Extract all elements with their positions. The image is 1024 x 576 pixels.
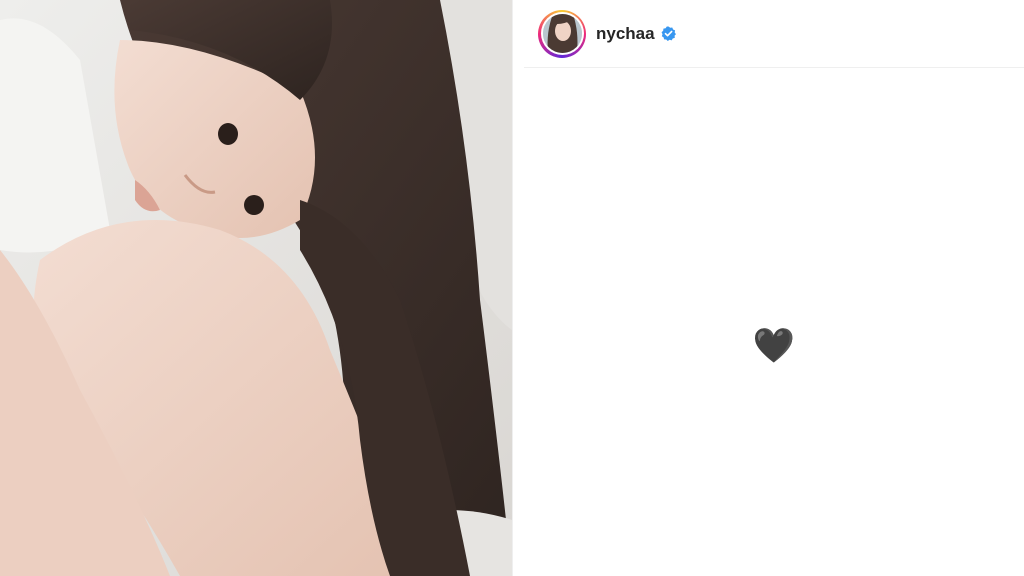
post-header: nychaa bbox=[524, 0, 1024, 68]
avatar-image bbox=[542, 14, 582, 53]
panel-divider bbox=[512, 0, 524, 576]
avatar-photo-icon bbox=[542, 14, 582, 53]
author-username[interactable]: nychaa bbox=[596, 24, 655, 44]
post-side-panel: nychaa 🖤 bbox=[524, 0, 1024, 576]
author-avatar[interactable] bbox=[538, 9, 586, 58]
post-photo-illustration bbox=[0, 0, 512, 576]
instagram-post: nychaa 🖤 bbox=[0, 0, 1024, 576]
avatar-inner-ring bbox=[540, 12, 584, 55]
post-caption: 🖤 bbox=[752, 326, 796, 366]
verified-badge-icon bbox=[661, 26, 676, 41]
post-photo[interactable] bbox=[0, 0, 512, 576]
